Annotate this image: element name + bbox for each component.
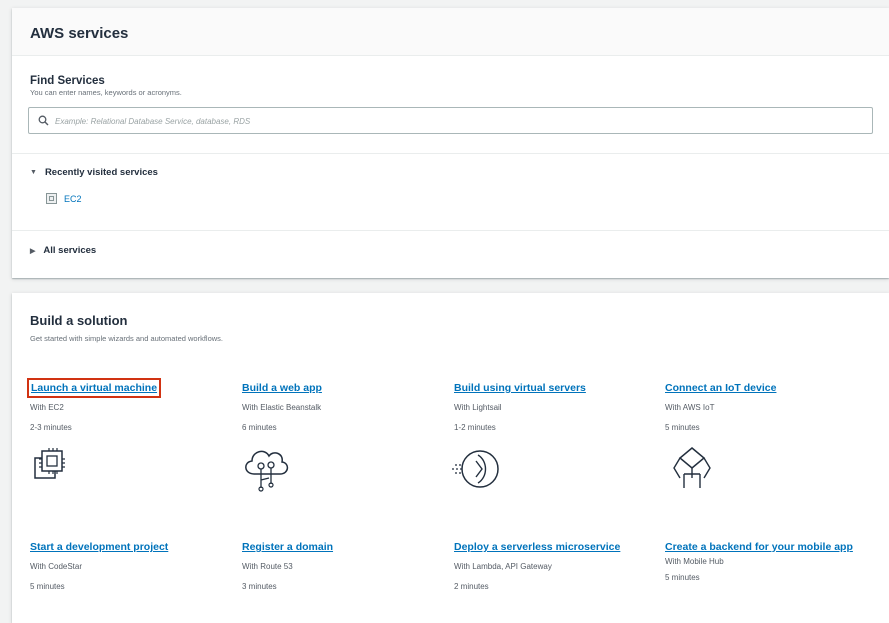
find-services-section: Find Services You can enter names, keywo… <box>30 75 182 97</box>
card-duration: 2 minutes <box>454 582 489 591</box>
divider <box>12 153 889 154</box>
find-services-subtitle: You can enter names, keywords or acronym… <box>30 88 182 97</box>
deploy-serverless-link[interactable]: Deploy a serverless microservice <box>454 540 620 554</box>
card-service: With Elastic Beanstalk <box>242 403 322 412</box>
solution-card-dev-project: Start a development project With CodeSta… <box>30 537 230 591</box>
create-mobile-backend-link[interactable]: Create a backend for your mobile app <box>665 540 853 554</box>
card-duration: 5 minutes <box>665 423 700 432</box>
card-service: With Mobile Hub <box>665 557 724 566</box>
build-solution-subtitle: Get started with simple wizards and auto… <box>30 334 223 343</box>
all-services-label: All services <box>43 245 97 256</box>
start-dev-project-link[interactable]: Start a development project <box>30 540 168 554</box>
divider <box>12 230 889 231</box>
aws-services-panel: AWS services Find Services You can enter… <box>12 8 889 278</box>
card-service: With Lightsail <box>454 403 502 412</box>
card-service: With Lambda, API Gateway <box>454 562 552 571</box>
card-service: With Route 53 <box>242 562 293 571</box>
ec2-service-icon <box>46 193 57 204</box>
caret-down-icon: ▼ <box>30 169 37 176</box>
card-service: With CodeStar <box>30 562 83 571</box>
cloud-tree-icon <box>245 450 289 492</box>
search-icon <box>38 115 49 126</box>
build-web-app-link[interactable]: Build a web app <box>242 381 322 395</box>
build-solution-title: Build a solution <box>30 313 128 328</box>
build-solution-panel: Build a solution Get started with simple… <box>12 293 889 623</box>
launch-virtual-machine-link[interactable]: Launch a virtual machine <box>26 378 162 398</box>
solution-card-virtual-servers: Build using virtual servers With Lightsa… <box>454 378 654 432</box>
solution-card-mobile-backend: Create a backend for your mobile app Wit… <box>665 537 870 582</box>
search-box[interactable] <box>28 107 873 134</box>
caret-right-icon: ▶ <box>30 247 36 255</box>
register-domain-link[interactable]: Register a domain <box>242 540 333 554</box>
solution-card-web-app: Build a web app With Elastic Beanstalk 6… <box>242 378 442 432</box>
card-duration: 5 minutes <box>665 573 700 582</box>
connect-iot-device-link[interactable]: Connect an IoT device <box>665 381 776 395</box>
solution-card-launch-vm: Launch a virtual machine With EC2 2-3 mi… <box>26 378 230 432</box>
recent-service-link-ec2[interactable]: EC2 <box>64 194 82 204</box>
iot-device-icon <box>673 447 711 488</box>
solution-card-serverless: Deploy a serverless microservice With La… <box>454 537 654 591</box>
aws-services-title: AWS services <box>12 8 889 56</box>
card-service: With AWS IoT <box>665 403 715 412</box>
card-duration: 3 minutes <box>242 582 277 591</box>
virtual-machine-icon <box>34 448 65 479</box>
solution-card-iot: Connect an IoT device With AWS IoT 5 min… <box>665 378 865 432</box>
recently-visited-label: Recently visited services <box>44 167 158 178</box>
recent-service-item[interactable]: EC2 <box>46 193 82 204</box>
build-virtual-servers-link[interactable]: Build using virtual servers <box>454 381 586 395</box>
card-duration: 1-2 minutes <box>454 423 496 432</box>
search-input[interactable] <box>53 112 857 131</box>
card-duration: 6 minutes <box>242 423 277 432</box>
card-service: With EC2 <box>30 403 64 412</box>
card-duration: 2-3 minutes <box>30 423 72 432</box>
recently-visited-toggle[interactable]: ▼ Recently visited services <box>30 167 158 178</box>
solution-card-domain: Register a domain With Route 53 3 minute… <box>242 537 442 591</box>
lightsail-icon <box>452 450 499 488</box>
card-duration: 5 minutes <box>30 582 65 591</box>
find-services-title: Find Services <box>30 75 105 87</box>
all-services-toggle[interactable]: ▶ All services <box>30 245 96 256</box>
